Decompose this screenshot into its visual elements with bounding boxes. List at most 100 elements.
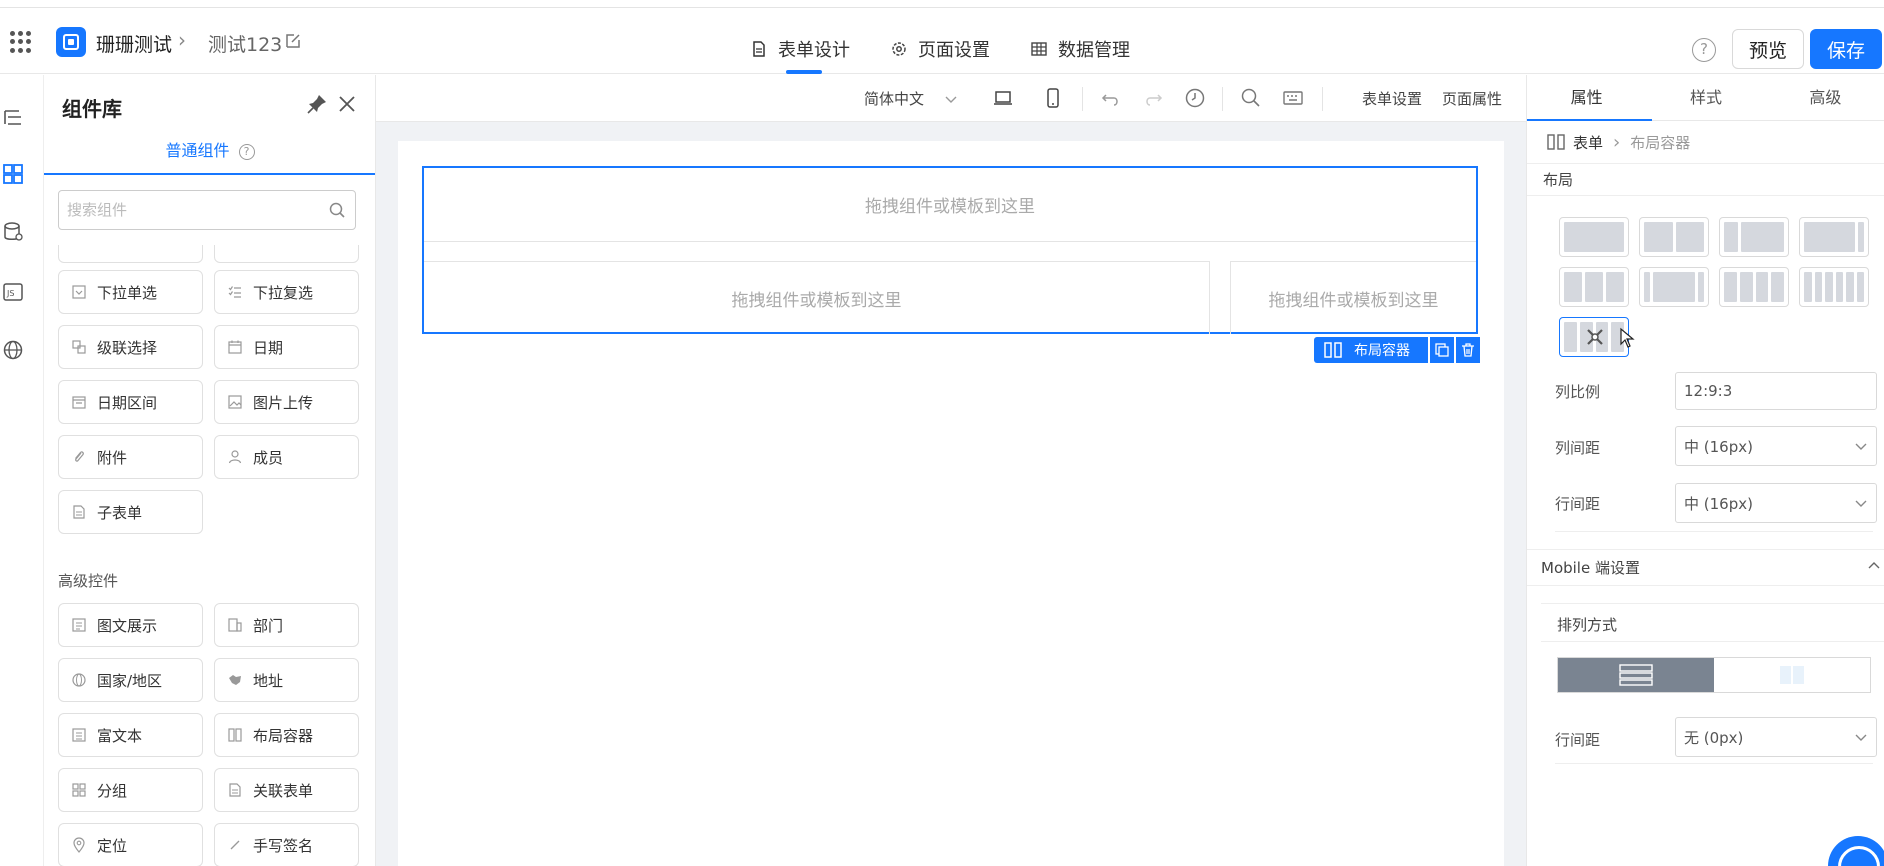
mobile-view-icon[interactable] <box>1042 87 1064 109</box>
component-attachment[interactable]: 附件 <box>58 435 203 479</box>
rows-icon <box>1619 664 1653 686</box>
layout-option-1-3[interactable] <box>1719 217 1789 257</box>
component-item-partial[interactable] <box>214 245 359 263</box>
mobile-section-title[interactable]: Mobile 端设置 <box>1541 557 1640 578</box>
preview-button[interactable]: 预览 <box>1732 29 1804 69</box>
text-block-icon <box>72 618 86 632</box>
component-label: 关联表单 <box>253 781 314 800</box>
tab-advanced[interactable]: 高级 <box>1766 75 1884 120</box>
component-layout-container[interactable]: 布局容器 <box>214 713 359 757</box>
drop-zone-column[interactable]: 拖拽组件或模板到这里 <box>1230 261 1476 334</box>
layout-option-6col[interactable] <box>1799 267 1869 307</box>
save-button[interactable]: 保存 <box>1810 29 1882 69</box>
component-dropdown-multi[interactable]: 下拉复选 <box>214 270 359 314</box>
redo-icon[interactable] <box>1142 87 1164 109</box>
tab-form-design[interactable]: 表单设计 <box>750 16 850 82</box>
components-grid-icon[interactable] <box>2 163 24 185</box>
history-icon[interactable] <box>1184 87 1206 109</box>
selected-component-label[interactable]: 布局容器 <box>1314 337 1428 363</box>
component-location[interactable]: 定位 <box>58 823 203 866</box>
component-item-partial[interactable] <box>58 245 203 263</box>
component-date[interactable]: 日期 <box>214 325 359 369</box>
arrange-vertical-option[interactable] <box>1558 658 1714 692</box>
subform-icon <box>73 505 85 519</box>
layout-option-3-1[interactable] <box>1799 217 1869 257</box>
component-search-input[interactable] <box>58 190 356 230</box>
column-gap-select[interactable]: 中 (16px) <box>1675 426 1877 466</box>
component-related-form[interactable]: 关联表单 <box>214 768 359 812</box>
layout-option-4col[interactable] <box>1719 267 1789 307</box>
component-date-range[interactable]: 日期区间 <box>58 380 203 424</box>
column-gap-label: 列间距 <box>1555 439 1601 457</box>
component-dropdown-single[interactable]: 下拉单选 <box>58 270 203 314</box>
language-label: 简体中文 <box>864 90 925 108</box>
undo-icon[interactable] <box>1100 87 1122 109</box>
canvas-toolbar: 简体中文 表单设置 页面属性 <box>376 75 1526 122</box>
tab-common-components[interactable]: 普通组件 ? <box>44 135 375 175</box>
gear-icon <box>892 42 906 56</box>
tab-label: 普通组件 <box>165 141 230 160</box>
component-rich-text[interactable]: 富文本 <box>58 713 203 757</box>
apps-grid-icon[interactable] <box>10 31 32 53</box>
page-properties-button[interactable]: 页面属性 <box>1442 75 1502 122</box>
component-member[interactable]: 成员 <box>214 435 359 479</box>
layout-option-1-2-1[interactable] <box>1639 267 1709 307</box>
tab-style[interactable]: 样式 <box>1646 75 1765 120</box>
close-icon[interactable] <box>336 93 358 115</box>
row-gap-select[interactable]: 中 (16px) <box>1675 483 1877 523</box>
component-group[interactable]: 分组 <box>58 768 203 812</box>
mobile-row-gap-select[interactable]: 无 (0px) <box>1675 717 1877 757</box>
component-address[interactable]: 地址 <box>214 658 359 702</box>
component-image-upload[interactable]: 图片上传 <box>214 380 359 424</box>
js-code-icon[interactable]: JS <box>2 281 24 303</box>
tab-data-management[interactable]: 数据管理 <box>1030 16 1130 82</box>
outline-tree-icon[interactable] <box>2 107 24 129</box>
drop-zone-column[interactable]: 拖拽组件或模板到这里 <box>424 261 1210 334</box>
component-label: 手写签名 <box>253 836 314 855</box>
column-ratio-input[interactable] <box>1675 372 1877 410</box>
globe-icon[interactable] <box>2 339 24 361</box>
data-source-icon[interactable] <box>2 221 24 243</box>
desktop-view-icon[interactable] <box>992 87 1014 109</box>
app-name[interactable]: 珊珊测试 <box>96 30 172 57</box>
form-settings-button[interactable]: 表单设置 <box>1362 75 1422 122</box>
linked-document-icon <box>229 783 241 797</box>
help-icon[interactable]: ? <box>1692 38 1716 62</box>
calendar-icon <box>228 340 242 354</box>
columns-icon <box>228 728 242 742</box>
language-select[interactable]: 简体中文 <box>864 75 958 122</box>
component-rich-display[interactable]: 图文展示 <box>58 603 203 647</box>
component-department[interactable]: 部门 <box>214 603 359 647</box>
delete-button[interactable] <box>1456 337 1480 363</box>
layout-option-2col[interactable] <box>1639 217 1709 257</box>
department-icon <box>228 618 242 632</box>
arrange-horizontal-option[interactable] <box>1714 658 1870 692</box>
component-label: 分组 <box>97 781 128 800</box>
help-icon[interactable]: ? <box>238 143 255 160</box>
rich-text-icon <box>72 728 86 742</box>
drop-zone-row[interactable]: 拖拽组件或模板到这里 <box>424 168 1476 242</box>
component-country[interactable]: 国家/地区 <box>58 658 203 702</box>
component-signature[interactable]: 手写签名 <box>214 823 359 866</box>
tab-page-settings[interactable]: 页面设置 <box>890 16 990 82</box>
layout-option-3col[interactable] <box>1559 267 1629 307</box>
search-icon[interactable] <box>1240 87 1262 109</box>
component-subform[interactable]: 子表单 <box>58 490 203 534</box>
component-cascader[interactable]: 级联选择 <box>58 325 203 369</box>
selected-value: 中 (16px) <box>1684 494 1753 513</box>
breadcrumb-form[interactable]: 表单 <box>1573 132 1603 153</box>
keyboard-icon[interactable] <box>1282 87 1304 109</box>
component-list[interactable]: 下拉单选 下拉复选 级联选择 日期 日期区间 图片上传 附件 成员 子表单 高级… <box>44 245 375 866</box>
layout-container-selected[interactable]: 拖拽组件或模板到这里 拖拽组件或模板到这里 拖拽组件或模板到这里 <box>422 166 1478 334</box>
pin-icon[interactable] <box>306 93 328 115</box>
copy-button[interactable] <box>1430 337 1454 363</box>
edit-icon[interactable] <box>284 32 302 50</box>
component-label: 下拉单选 <box>97 283 158 302</box>
drop-zone-hint: 拖拽组件或模板到这里 <box>865 197 1035 217</box>
search-icon[interactable] <box>328 201 346 219</box>
component-label: 布局容器 <box>253 726 314 745</box>
chevron-up-icon[interactable] <box>1867 559 1881 573</box>
tab-properties[interactable]: 属性 <box>1527 75 1653 121</box>
layout-option-1col[interactable] <box>1559 217 1629 257</box>
custom-layout-icon <box>1587 329 1603 345</box>
